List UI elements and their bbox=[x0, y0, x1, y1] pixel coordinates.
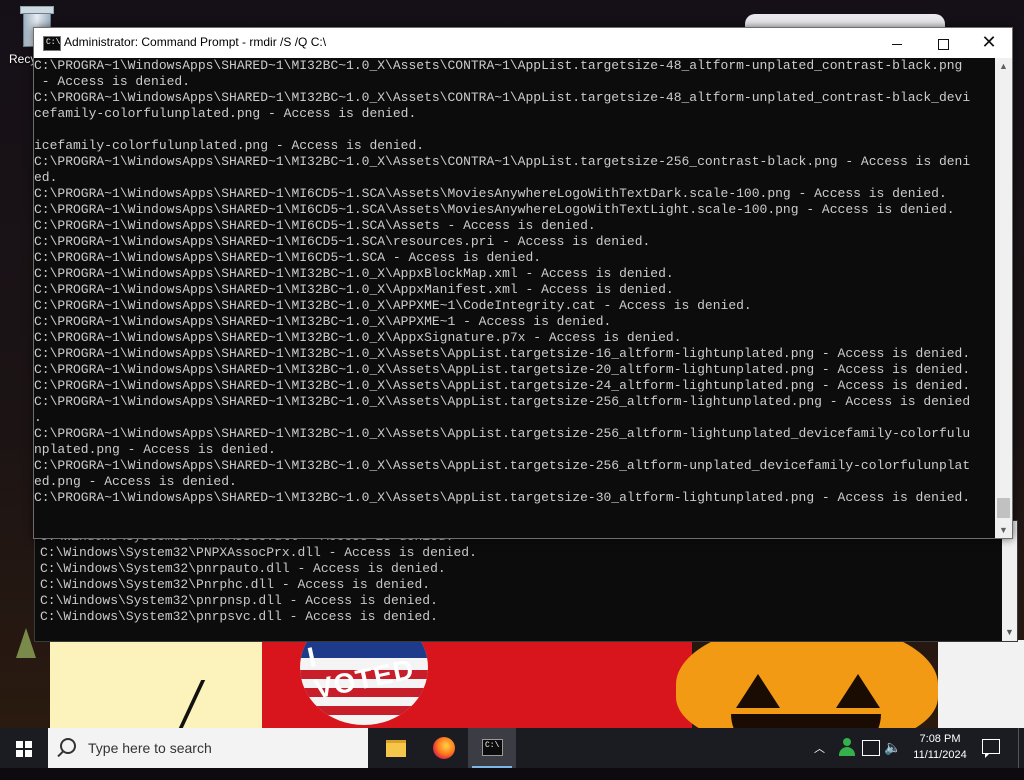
console-line: ed.png - Access is denied. bbox=[34, 474, 237, 489]
clock-date: 11/11/2024 bbox=[913, 749, 967, 761]
background-console-line: C:\Windows\System32\pnrpnsp.dll - Access… bbox=[40, 593, 438, 608]
background-console-line: C:\Windows\System32\Pnrphc.dll - Access … bbox=[40, 577, 431, 592]
console-line: C:\PROGRA~1\WindowsApps\SHARED~1\MI32BC~… bbox=[34, 378, 971, 393]
console-line: C:\PROGRA~1\WindowsApps\SHARED~1\MI32BC~… bbox=[34, 154, 971, 169]
console-output-area[interactable]: C:\PROGRA~1\WindowsApps\SHARED~1\MI32BC~… bbox=[34, 58, 995, 538]
volume-icon[interactable]: 🔈 bbox=[884, 739, 901, 779]
network-icon[interactable] bbox=[862, 740, 880, 756]
console-line: C:\PROGRA~1\WindowsApps\SHARED~1\MI6CD5~… bbox=[34, 234, 651, 249]
console-line: C:\PROGRA~1\WindowsApps\SHARED~1\MI6CD5~… bbox=[34, 218, 596, 233]
cmd-icon: C:\ bbox=[43, 36, 61, 51]
console-line: C:\PROGRA~1\WindowsApps\SHARED~1\MI32BC~… bbox=[34, 266, 674, 281]
command-prompt-window[interactable]: C:\ Administrator: Command Prompt - rmdi… bbox=[33, 27, 1013, 539]
wallpaper-tree bbox=[16, 628, 36, 658]
scroll-down-arrow-icon[interactable]: ▼ bbox=[999, 525, 1008, 535]
tray-overflow-chevron-icon[interactable]: ︿ bbox=[814, 740, 832, 780]
console-line: C:\PROGRA~1\WindowsApps\SHARED~1\MI6CD5~… bbox=[34, 250, 542, 265]
close-icon: ✕ bbox=[981, 32, 997, 53]
console-line: C:\PROGRA~1\WindowsApps\SHARED~1\MI32BC~… bbox=[34, 330, 682, 345]
console-line: - Access is denied. bbox=[34, 74, 191, 89]
console-line: C:\PROGRA~1\WindowsApps\SHARED~1\MI32BC~… bbox=[34, 282, 674, 297]
cmd-icon: C:\ bbox=[482, 739, 503, 756]
taskbar-app-firefox[interactable] bbox=[420, 728, 468, 768]
notification-center-icon[interactable] bbox=[982, 739, 1000, 758]
console-line: C:\PROGRA~1\WindowsApps\SHARED~1\MI32BC~… bbox=[34, 458, 971, 473]
console-line: C:\PROGRA~1\WindowsApps\SHARED~1\MI32BC~… bbox=[34, 362, 971, 377]
search-icon bbox=[60, 738, 76, 754]
console-line: C:\PROGRA~1\WindowsApps\SHARED~1\MI32BC~… bbox=[34, 90, 971, 105]
start-button[interactable] bbox=[0, 728, 48, 768]
background-console-scrollbar[interactable]: ▼ bbox=[1002, 521, 1017, 641]
scrollbar-thumb[interactable] bbox=[997, 498, 1010, 518]
console-line: C:\PROGRA~1\WindowsApps\SHARED~1\MI6CD5~… bbox=[34, 202, 955, 217]
console-output: C:\PROGRA~1\WindowsApps\SHARED~1\MI32BC~… bbox=[34, 58, 970, 506]
clock-time: 7:08 PM bbox=[919, 733, 961, 745]
wallpaper-white-panel bbox=[938, 640, 1024, 728]
folder-icon bbox=[386, 740, 406, 757]
console-line: C:\PROGRA~1\WindowsApps\SHARED~1\MI32BC~… bbox=[34, 394, 971, 409]
minimize-button[interactable] bbox=[874, 28, 920, 58]
taskbar-app-command-prompt[interactable]: C:\ bbox=[468, 728, 516, 768]
search-placeholder: Type here to search bbox=[88, 740, 212, 756]
console-line: C:\PROGRA~1\WindowsApps\SHARED~1\MI32BC~… bbox=[34, 490, 971, 505]
scroll-down-arrow-icon[interactable]: ▼ bbox=[1005, 627, 1014, 637]
firefox-icon bbox=[433, 737, 455, 759]
minimize-icon bbox=[892, 43, 902, 45]
show-desktop-button[interactable] bbox=[1018, 728, 1024, 768]
console-line: cefamily-colorfulunplated.png - Access i… bbox=[34, 106, 417, 121]
taskbar-app-file-explorer[interactable] bbox=[372, 728, 420, 768]
console-line: C:\PROGRA~1\WindowsApps\SHARED~1\MI32BC~… bbox=[34, 346, 971, 361]
window-title: Administrator: Command Prompt - rmdir /S… bbox=[64, 35, 327, 49]
console-line: nplated.png - Access is denied. bbox=[34, 442, 276, 457]
console-line: C:\PROGRA~1\WindowsApps\SHARED~1\MI6CD5~… bbox=[34, 186, 947, 201]
console-line: ed. bbox=[34, 170, 58, 185]
scroll-up-arrow-icon[interactable]: ▲ bbox=[999, 61, 1008, 71]
maximize-icon bbox=[937, 38, 949, 50]
console-line: C:\PROGRA~1\WindowsApps\SHARED~1\MI32BC~… bbox=[34, 426, 971, 441]
console-line: icefamily-colorfulunplated.png - Access … bbox=[34, 138, 425, 153]
background-console-line: C:\Windows\System32\pnrpauto.dll - Acces… bbox=[40, 561, 446, 576]
maximize-button[interactable] bbox=[920, 28, 966, 58]
console-line: C:\PROGRA~1\WindowsApps\SHARED~1\MI32BC~… bbox=[34, 298, 752, 313]
taskbar-clock[interactable]: 7:08 PM 11/11/2024 bbox=[905, 731, 975, 763]
taskbar: Type here to search C:\ ︿ 🔈 7:08 PM 11/1… bbox=[0, 728, 1024, 768]
close-button[interactable]: ✕ bbox=[966, 28, 1012, 58]
background-console-line: C:\Windows\System32\PNPXAssocPrx.dll - A… bbox=[40, 545, 477, 560]
window-titlebar[interactable]: C:\ Administrator: Command Prompt - rmdi… bbox=[34, 28, 1012, 58]
background-console-line: C:\Windows\System32\pnrpsvc.dll - Access… bbox=[40, 609, 438, 624]
console-line: . bbox=[34, 410, 42, 425]
console-line: C:\PROGRA~1\WindowsApps\SHARED~1\MI32BC~… bbox=[34, 314, 612, 329]
background-console-output: C:\Windows\System32\PNPXAssoc.dll - Acce… bbox=[40, 529, 477, 625]
console-line: C:\PROGRA~1\WindowsApps\SHARED~1\MI32BC~… bbox=[34, 58, 963, 73]
console-scrollbar[interactable]: ▲ ▼ bbox=[995, 58, 1012, 538]
taskbar-search-box[interactable]: Type here to search bbox=[48, 728, 368, 768]
people-icon[interactable] bbox=[838, 738, 856, 758]
